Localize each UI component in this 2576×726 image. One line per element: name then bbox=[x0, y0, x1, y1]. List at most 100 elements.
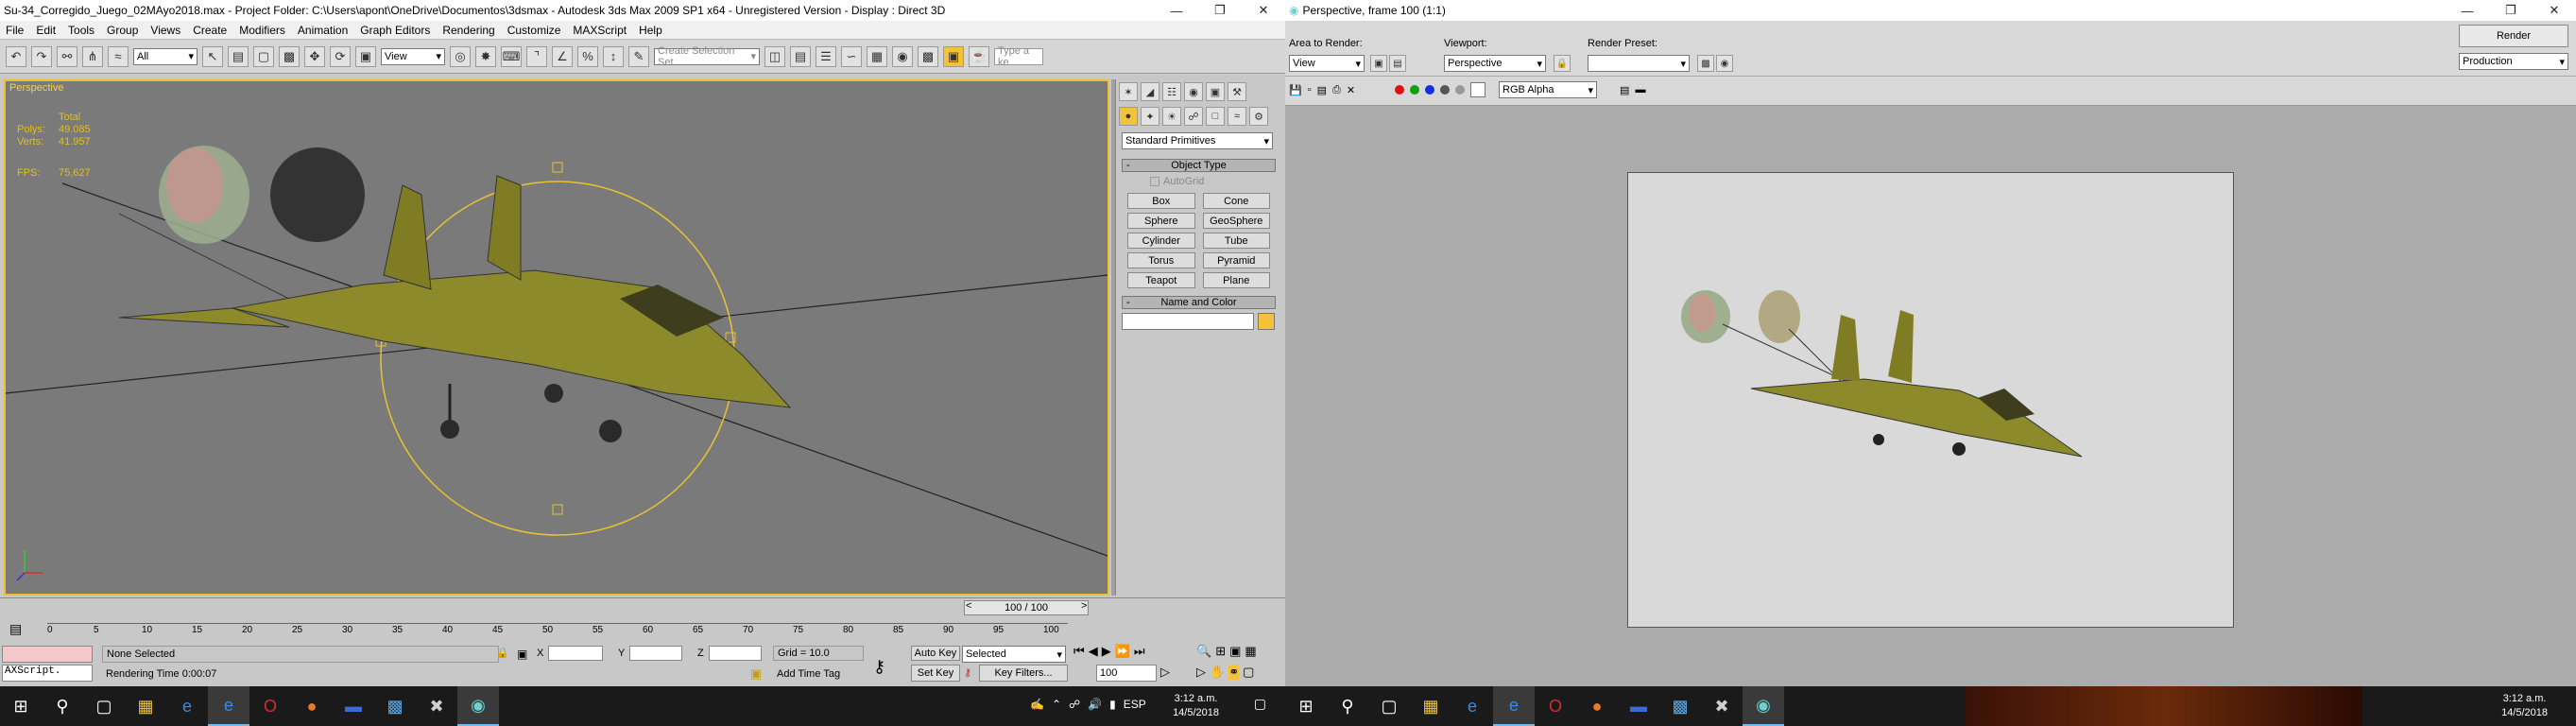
opera-icon[interactable]: O bbox=[249, 686, 291, 726]
firefox-icon[interactable]: ● bbox=[291, 686, 333, 726]
restore-icon[interactable]: ❐ bbox=[1198, 0, 1242, 21]
space-warps-icon[interactable]: ≈ bbox=[1228, 107, 1246, 126]
time-tag-icon[interactable]: ▣ bbox=[750, 666, 762, 682]
hierarchy-tab-icon[interactable]: ☷ bbox=[1162, 82, 1181, 101]
object-name-input[interactable] bbox=[1122, 313, 1254, 330]
auto-key-button[interactable]: Auto Key bbox=[911, 646, 960, 661]
schematic-view-icon[interactable]: ▦ bbox=[867, 45, 887, 67]
current-frame-field[interactable]: 100 bbox=[1096, 665, 1157, 682]
helpers-icon[interactable]: □ bbox=[1206, 107, 1225, 126]
desktop-app-icon[interactable]: ▩ bbox=[374, 686, 416, 726]
orbit-icon[interactable]: ⚭ bbox=[1228, 665, 1240, 680]
file-explorer-icon[interactable]: ▦ bbox=[125, 686, 166, 726]
box-button[interactable]: Box bbox=[1127, 193, 1195, 209]
menu-create[interactable]: Create bbox=[193, 24, 227, 37]
object-type-rollout[interactable]: Object Type bbox=[1122, 159, 1276, 172]
track-bar-icon[interactable]: ▤ bbox=[9, 621, 22, 637]
area-to-render-dropdown[interactable]: View ▾ bbox=[1289, 55, 1365, 72]
key-mode-dropdown[interactable]: Selected ▾ bbox=[962, 646, 1066, 663]
go-to-start-icon[interactable]: ⏮ bbox=[1073, 644, 1085, 659]
systems-icon[interactable]: ⚙ bbox=[1249, 107, 1268, 126]
internet-explorer-icon[interactable]: e bbox=[208, 686, 249, 726]
maximize-viewport-icon[interactable]: ▢ bbox=[1243, 665, 1254, 680]
toggle-ui-icon[interactable]: ▤ bbox=[1620, 84, 1629, 96]
object-color-swatch[interactable] bbox=[1258, 313, 1275, 330]
key-icon[interactable]: ⚷ bbox=[873, 657, 885, 677]
tube-button[interactable]: Tube bbox=[1202, 233, 1270, 249]
maxscript-listener-pink[interactable] bbox=[2, 646, 93, 663]
modify-tab-icon[interactable]: ◢ bbox=[1141, 82, 1159, 101]
cone-button[interactable]: Cone bbox=[1202, 193, 1270, 209]
add-time-tag-label[interactable]: Add Time Tag bbox=[777, 668, 840, 680]
viewport-dropdown[interactable]: Perspective ▾ bbox=[1444, 55, 1546, 72]
maxscript-mini-listener[interactable]: AXScript. bbox=[2, 665, 93, 682]
name-color-rollout[interactable]: Name and Color bbox=[1122, 296, 1276, 309]
rotate-icon[interactable]: ⟳ bbox=[330, 45, 351, 67]
cameras-icon[interactable]: ☍ bbox=[1184, 107, 1203, 126]
taskbar-clock[interactable]: 3:12 a.m. 14/5/2018 bbox=[1173, 692, 1219, 720]
menu-views[interactable]: Views bbox=[150, 24, 180, 37]
edge-icon[interactable]: e bbox=[166, 686, 208, 726]
tools-app-icon[interactable]: ✖ bbox=[416, 686, 457, 726]
menu-help[interactable]: Help bbox=[639, 24, 662, 37]
play-icon[interactable]: ▶ bbox=[1102, 644, 1111, 659]
notifications-icon[interactable]: ▢ bbox=[1254, 696, 1266, 712]
selection-filter-dropdown[interactable]: All ▾ bbox=[133, 47, 197, 65]
x-coord-field[interactable] bbox=[548, 646, 603, 661]
render-setup-icon[interactable]: ▩ bbox=[1697, 55, 1714, 72]
torus-button[interactable]: Torus bbox=[1127, 252, 1195, 268]
pyramid-button[interactable]: Pyramid bbox=[1202, 252, 1270, 268]
3dsmax-taskbar-icon[interactable]: ◉ bbox=[457, 686, 499, 726]
set-keys-icon[interactable]: ⚷ bbox=[964, 666, 971, 679]
task-view-icon[interactable]: ▢ bbox=[83, 686, 125, 726]
edge-icon[interactable]: e bbox=[1451, 686, 1493, 726]
geometry-icon[interactable]: ● bbox=[1119, 107, 1138, 126]
menu-group[interactable]: Group bbox=[107, 24, 138, 37]
unlink-icon[interactable]: ⋔ bbox=[82, 45, 103, 67]
menu-modifiers[interactable]: Modifiers bbox=[239, 24, 285, 37]
redo-icon[interactable]: ↷ bbox=[31, 45, 52, 67]
taskbar-clock[interactable]: 3:12 a.m. 14/5/2018 bbox=[2501, 692, 2548, 720]
menu-graph-editors[interactable]: Graph Editors bbox=[360, 24, 430, 37]
windows-start-icon[interactable]: ⊞ bbox=[0, 686, 42, 726]
desktop-app-icon[interactable]: ▩ bbox=[1659, 686, 1701, 726]
prev-frame-icon[interactable]: ◀ bbox=[1089, 644, 1098, 659]
render-setup-icon[interactable]: ▩ bbox=[918, 45, 938, 67]
set-key-button[interactable]: Set Key bbox=[911, 665, 960, 682]
close-icon[interactable]: ✕ bbox=[1242, 0, 1285, 21]
angle-snap-icon[interactable]: ∠ bbox=[552, 45, 573, 67]
display-tab-icon[interactable]: ▣ bbox=[1206, 82, 1225, 101]
link-icon[interactable]: ⚯ bbox=[57, 45, 77, 67]
internet-explorer-icon[interactable]: e bbox=[1493, 686, 1535, 726]
environment-effects-icon[interactable]: ◉ bbox=[1716, 55, 1733, 72]
rect-selection-icon[interactable]: ▢ bbox=[253, 45, 274, 67]
edit-region-icon[interactable]: ▣ bbox=[1370, 55, 1387, 72]
curve-editor-icon[interactable]: ∽ bbox=[841, 45, 862, 67]
autogrid-checkbox[interactable] bbox=[1150, 177, 1159, 186]
layer-manager-icon[interactable]: ☰ bbox=[816, 45, 836, 67]
percent-snap-icon[interactable]: % bbox=[577, 45, 598, 67]
minimize-icon[interactable]: — bbox=[1155, 0, 1198, 21]
y-coord-field[interactable] bbox=[629, 646, 682, 661]
pivot-center-icon[interactable]: ◎ bbox=[450, 45, 471, 67]
panel-divider[interactable] bbox=[1111, 79, 1115, 596]
time-config-icon[interactable]: ▷ bbox=[1160, 665, 1170, 680]
copy-image-icon[interactable]: ▫ bbox=[1308, 84, 1312, 95]
keyboard-shortcut-icon[interactable]: ⌨ bbox=[501, 45, 522, 67]
track-bar[interactable]: 0 5 10 15 20 25 30 35 40 45 50 55 60 65 … bbox=[47, 623, 1068, 636]
green-channel-icon[interactable] bbox=[1410, 85, 1420, 95]
clear-icon[interactable]: ✕ bbox=[1347, 84, 1355, 96]
tools-app-icon[interactable]: ✖ bbox=[1701, 686, 1743, 726]
utilities-tab-icon[interactable]: ⚒ bbox=[1228, 82, 1246, 101]
named-selection-set-dropdown[interactable]: Create Selection Set ▾ bbox=[654, 45, 760, 68]
menu-file[interactable]: File bbox=[6, 24, 24, 37]
perspective-viewport[interactable]: Perspective Total Polys: 49.085 Verts: 41.… bbox=[4, 79, 1109, 596]
select-object-icon[interactable]: ↖ bbox=[202, 45, 223, 67]
network-icon[interactable]: ☍ bbox=[1069, 698, 1080, 711]
move-icon[interactable]: ✥ bbox=[304, 45, 325, 67]
snap-icon[interactable]: ⌝ bbox=[526, 45, 547, 67]
key-filters-button[interactable]: Key Filters... bbox=[979, 665, 1068, 682]
render-frame-icon[interactable]: ▣ bbox=[943, 45, 964, 67]
firefox-icon[interactable]: ● bbox=[1576, 686, 1618, 726]
menu-edit[interactable]: Edit bbox=[36, 24, 56, 37]
